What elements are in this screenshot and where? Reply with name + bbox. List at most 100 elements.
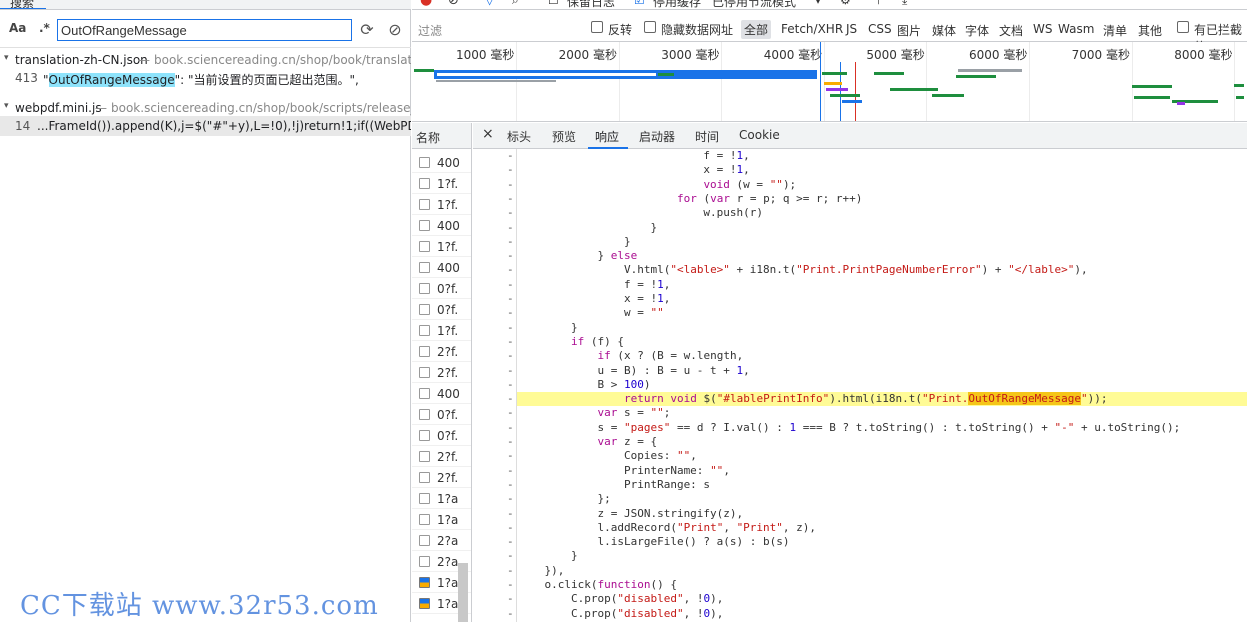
request-list-scrollbar[interactable]	[458, 563, 468, 622]
tab-headers[interactable]: 标头	[507, 128, 531, 145]
tab-preview[interactable]: 预览	[552, 128, 576, 145]
filter-type-10[interactable]: 清单	[1103, 22, 1127, 39]
import-icon[interactable]: ⤒	[876, 0, 881, 8]
clear-log-icon[interactable]: ⊘	[448, 0, 459, 8]
filter-type-4[interactable]: 图片	[897, 22, 921, 39]
request-type-icon	[419, 430, 430, 441]
match-case-button[interactable]: Aa	[9, 21, 26, 35]
filter-type-3[interactable]: CSS	[868, 22, 892, 36]
request-row[interactable]: 2?f.	[412, 467, 471, 488]
code-text: s = "pages" == d ? I.val() : 1 === B ? t…	[518, 420, 1181, 434]
blocked-checkbox[interactable]	[1177, 21, 1189, 33]
filter-type-7[interactable]: 文档	[999, 22, 1023, 39]
code-text: x = !1,	[518, 292, 671, 305]
search-network-icon[interactable]: ⌕	[512, 0, 519, 8]
filter-icon[interactable]: ▽	[485, 0, 494, 7]
request-type-icon	[419, 325, 430, 336]
request-name: 1?f.	[437, 198, 459, 212]
diff-marker: -	[507, 334, 514, 348]
request-row[interactable]: 400	[412, 383, 471, 404]
search-result-match[interactable]: 14 ...FrameId()).append(K),j=$("#"+y),L=!…	[0, 116, 411, 136]
search-result-file[interactable]: ▾ translation-zh-CN.json book.sciencereadi…	[0, 50, 411, 70]
request-row[interactable]: 400	[412, 152, 471, 173]
refresh-icon[interactable]: ⟳	[356, 19, 378, 41]
request-type-icon	[419, 493, 430, 504]
request-row[interactable]: 0?f.	[412, 404, 471, 425]
diff-marker: -	[507, 306, 514, 320]
filter-type-5[interactable]: 媒体	[932, 22, 956, 39]
expand-arrow-icon[interactable]: ▾	[4, 101, 9, 111]
diff-marker: -	[507, 606, 514, 620]
request-row[interactable]: 1?f.	[412, 173, 471, 194]
filter-type-6[interactable]: 字体	[965, 22, 989, 39]
timeline-tick-label: 4000 毫秒	[763, 48, 823, 62]
timeline-bar	[822, 72, 847, 75]
code-text: void (w = "");	[703, 177, 797, 191]
request-row[interactable]: 400	[412, 215, 471, 236]
export-icon[interactable]: ⤓	[902, 0, 907, 8]
request-row[interactable]: 1?f.	[412, 236, 471, 257]
record-icon[interactable]: ●	[420, 0, 432, 8]
timeline-overview[interactable]: 1000 毫秒 2000 毫秒 3000 毫秒 4000 毫秒 5000 毫秒 6000 …	[412, 42, 1247, 122]
request-row[interactable]: 1?a	[412, 488, 471, 509]
timeline-bar	[1234, 84, 1244, 87]
diff-marker: -	[507, 177, 514, 191]
code-text: l.isLargeFile() ? a(s) : b(s)	[518, 535, 790, 549]
request-row[interactable]: 1?a	[412, 509, 471, 530]
filter-type-8[interactable]: WS	[1033, 22, 1052, 36]
request-row[interactable]: 0?f.	[412, 299, 471, 320]
code-text: u = B) : B = u - t + 1,	[518, 363, 750, 377]
filter-input[interactable]: 过滤	[418, 22, 442, 39]
clear-icon[interactable]: ⊘	[384, 19, 406, 41]
request-name: 0?f.	[437, 408, 459, 422]
request-row[interactable]: 2?a	[412, 530, 471, 551]
timeline-gridline	[721, 42, 723, 121]
disable-cache-checkbox[interactable]: ☑	[634, 0, 645, 7]
match-line-number: 14	[15, 119, 31, 133]
preserve-log-checkbox[interactable]: ☐	[548, 0, 559, 7]
throttle-select[interactable]: 已停用节流模式	[712, 0, 796, 9]
search-bar: Aa .* ⟳ ⊘	[0, 10, 411, 48]
name-column-header[interactable]: 名称	[416, 129, 440, 146]
request-type-icon	[419, 178, 430, 189]
tab-cookie[interactable]: Cookie	[739, 128, 780, 142]
tab-timing[interactable]: 时间	[695, 128, 719, 145]
invert-checkbox[interactable]	[591, 21, 603, 33]
code-text: PrinterName: "",	[518, 463, 730, 477]
tab-response[interactable]: 响应	[595, 128, 619, 145]
search-result-file[interactable]: ▾ webpdf.mini.js book.sciencereading.cn/sh…	[0, 98, 411, 118]
timeline-bar	[658, 73, 674, 76]
network-settings-icon[interactable]: ⚙	[840, 0, 851, 7]
timeline-bar	[956, 75, 996, 78]
search-input[interactable]	[57, 19, 352, 41]
filter-type-2[interactable]: JS	[846, 22, 857, 36]
request-row[interactable]: 1?f.	[412, 194, 471, 215]
chevron-down-icon[interactable]: ▾	[815, 0, 821, 7]
filter-type-9[interactable]: Wasm	[1058, 22, 1094, 36]
search-result-match[interactable]: 413 "OutOfRangeMessage": "当前设置的页面已超出范围。",	[0, 68, 411, 88]
filter-type-1[interactable]: Fetch/XHR	[781, 22, 843, 36]
expand-arrow-icon[interactable]: ▾	[4, 53, 9, 63]
response-code-viewer[interactable]: --------------------------------- f = !1…	[473, 149, 1247, 622]
request-type-icon	[419, 157, 430, 168]
regex-button[interactable]: .*	[39, 21, 50, 35]
code-text: }	[518, 220, 658, 234]
code-text: f = !1,	[518, 149, 750, 162]
close-details-icon[interactable]: ×	[482, 126, 494, 142]
timeline-bar	[830, 94, 860, 97]
request-row[interactable]: 0?f.	[412, 425, 471, 446]
request-row[interactable]: 0?f.	[412, 278, 471, 299]
filter-type-11[interactable]: 其他	[1138, 22, 1162, 39]
request-row[interactable]: 2?f.	[412, 362, 471, 383]
request-type-icon	[419, 598, 430, 609]
tab-initiator[interactable]: 启动器	[639, 128, 675, 145]
diff-marker: -	[507, 349, 514, 363]
filter-type-0[interactable]: 全部	[741, 20, 772, 39]
request-list-header[interactable]: 名称	[412, 123, 471, 149]
request-type-icon	[419, 451, 430, 462]
request-row[interactable]: 2?f.	[412, 341, 471, 362]
request-row[interactable]: 400	[412, 257, 471, 278]
hide-data-urls-checkbox[interactable]	[644, 21, 656, 33]
request-row[interactable]: 1?f.	[412, 320, 471, 341]
request-row[interactable]: 2?f.	[412, 446, 471, 467]
